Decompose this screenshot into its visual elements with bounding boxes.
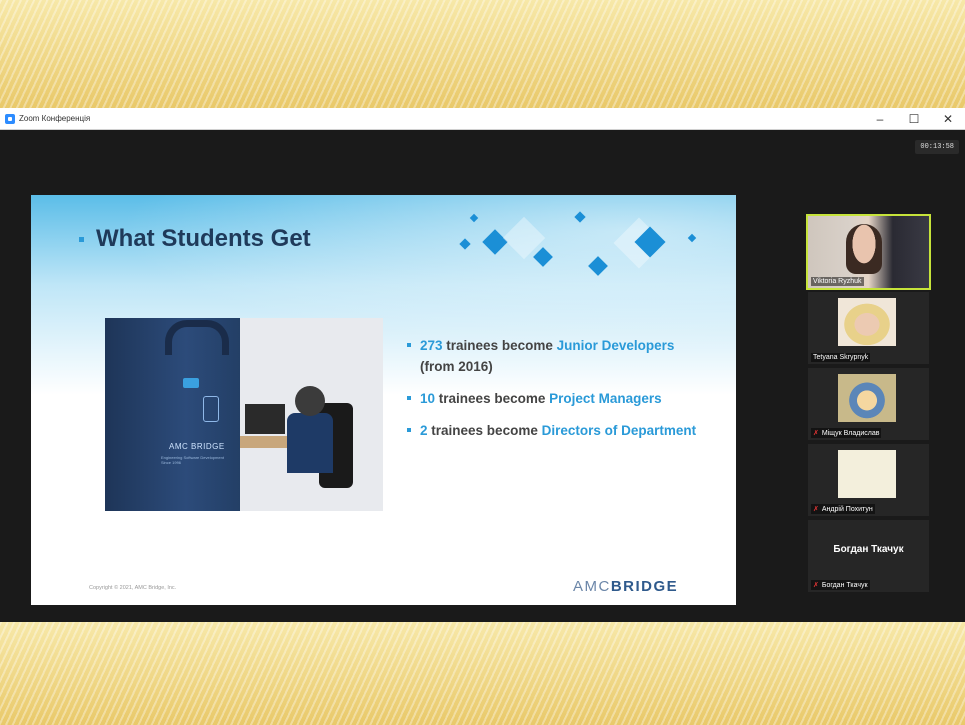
monitor-image bbox=[245, 404, 285, 434]
company-logo: AMCBRIDGE bbox=[573, 578, 678, 595]
bullet-body: trainees become bbox=[446, 338, 553, 353]
bullet-number: 273 bbox=[420, 338, 443, 353]
backpack-logo: AMC BRIDGE bbox=[169, 442, 225, 451]
participant-avatar bbox=[838, 450, 896, 498]
bullet-highlight: Junior Developers bbox=[556, 338, 675, 353]
participant-face bbox=[846, 224, 882, 274]
minimize-button[interactable]: – bbox=[863, 108, 897, 129]
participant-avatar bbox=[838, 374, 896, 422]
bullet-text: 10 trainees become Project Managers bbox=[420, 388, 662, 409]
participant-name: Viktoria Ryzhuk bbox=[811, 277, 864, 286]
title-bullet bbox=[79, 236, 84, 242]
bullet-dot bbox=[407, 343, 411, 347]
bullet-dot bbox=[407, 396, 411, 400]
bullet-number: 2 bbox=[420, 423, 428, 438]
bullet-list: 273 trainees become Junior Developers (f… bbox=[407, 335, 707, 452]
bullet-body: trainees become bbox=[431, 423, 538, 438]
window-controls: – ☐ ✕ bbox=[863, 108, 965, 129]
robot-icon bbox=[203, 396, 219, 422]
logo-bold: BRIDGE bbox=[610, 578, 679, 595]
bullet-text: 273 trainees become Junior Developers (f… bbox=[420, 335, 707, 377]
participant-name: ✗ Андрій Похитун bbox=[811, 504, 875, 514]
participant-tile[interactable]: ✗ Міщук Владислав bbox=[808, 368, 929, 440]
participant-name: ✗ Міщук Владислав bbox=[811, 428, 882, 438]
bullet-highlight: Project Managers bbox=[549, 391, 662, 406]
zoom-window: Zoom Конференція – ☐ ✕ 00:13:58 What Stu… bbox=[0, 108, 965, 622]
participant-tile[interactable]: ✗ Андрій Похитун bbox=[808, 444, 929, 516]
participant-name: ✗ Богдан Ткачук bbox=[811, 580, 870, 590]
bullet-text: 2 trainees become Directors of Departmen… bbox=[420, 420, 696, 441]
bullet-item: 273 trainees become Junior Developers (f… bbox=[407, 335, 707, 377]
participant-name-text: Богдан Ткачук bbox=[821, 582, 868, 589]
mic-muted-icon: ✗ bbox=[813, 430, 819, 437]
participant-name-text: Андрій Похитун bbox=[821, 506, 873, 513]
participant-avatar bbox=[838, 298, 896, 346]
bullet-number: 10 bbox=[420, 391, 436, 406]
participant-tile[interactable]: Tetyana Skrypnyk bbox=[808, 292, 929, 364]
participant-name: Tetyana Skrypnyk bbox=[811, 353, 871, 362]
person-head bbox=[295, 386, 325, 416]
bullet-dot bbox=[407, 428, 411, 432]
participant-tile[interactable]: Viktoria Ryzhuk bbox=[806, 214, 931, 290]
bullet-item: 2 trainees become Directors of Departmen… bbox=[407, 420, 707, 441]
slide-title: What Students Get bbox=[79, 225, 311, 253]
bullet-item: 10 trainees become Project Managers bbox=[407, 388, 707, 409]
mic-muted-icon: ✗ bbox=[813, 506, 819, 513]
window-titlebar: Zoom Конференція – ☐ ✕ bbox=[0, 108, 965, 130]
slide-photo: AMC BRIDGE Engineering Software Developm… bbox=[105, 318, 383, 511]
logo-light: AMC bbox=[573, 578, 611, 595]
zoom-icon bbox=[5, 113, 15, 124]
window-title: Zoom Конференція bbox=[19, 114, 91, 123]
maximize-button[interactable]: ☐ bbox=[897, 108, 931, 129]
slide-copyright: Copyright © 2021, AMC Bridge, Inc. bbox=[89, 585, 177, 591]
bullet-highlight: Directors of Department bbox=[541, 423, 697, 438]
background-band-top bbox=[0, 0, 965, 108]
backpack-tag bbox=[183, 378, 199, 388]
slide-title-text: What Students Get bbox=[96, 225, 311, 252]
shared-slide: What Students Get AMC BRIDGE Engineering… bbox=[31, 195, 736, 605]
backpack-tagline: Engineering Software Development Since 1… bbox=[161, 455, 224, 465]
participant-display-name: Богдан Ткачук bbox=[833, 544, 904, 555]
backpack-strap bbox=[165, 320, 229, 355]
participant-name-text: Міщук Владислав bbox=[821, 430, 880, 437]
participant-tile[interactable]: Богдан Ткачук ✗ Богдан Ткачук bbox=[808, 520, 929, 592]
person-body bbox=[287, 413, 333, 473]
bullet-body: trainees become bbox=[438, 391, 546, 406]
close-button[interactable]: ✕ bbox=[931, 108, 965, 129]
meeting-timer: 00:13:58 bbox=[915, 140, 959, 154]
mic-muted-icon: ✗ bbox=[813, 582, 819, 589]
participant-panel: Viktoria Ryzhuk Tetyana Skrypnyk ✗ Міщук … bbox=[806, 214, 933, 596]
bullet-suffix: (from 2016) bbox=[420, 359, 493, 374]
background-band-bottom bbox=[0, 622, 965, 725]
